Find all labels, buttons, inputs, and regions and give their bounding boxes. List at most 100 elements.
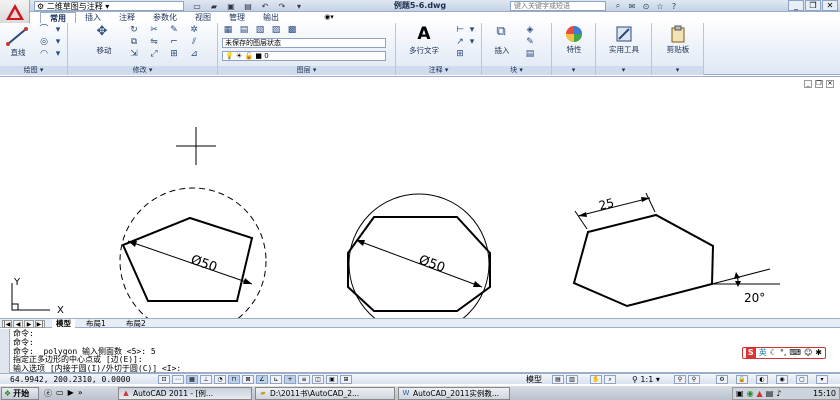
snap-mode-icon[interactable]: ⋯ <box>172 375 184 384</box>
explode-icon[interactable]: ✲ <box>188 25 200 35</box>
hexagon-shape[interactable] <box>572 213 715 308</box>
properties-icon[interactable] <box>565 25 583 43</box>
table-icon[interactable]: ⊞ <box>454 49 466 59</box>
array-icon[interactable]: ⊞ <box>168 49 180 59</box>
infer-constraints-icon[interactable]: ⊡ <box>158 375 170 384</box>
fillet-icon[interactable]: ⌐ <box>168 37 180 47</box>
annotation-scale[interactable]: ⚲ 1:1 ▾ <box>632 374 660 385</box>
search-icon[interactable]: ⌕ <box>612 0 624 12</box>
create-block-icon[interactable]: ◈ <box>524 25 536 35</box>
quick-view-drawings-icon[interactable]: ▥ <box>566 375 578 384</box>
clipboard-panel-expander[interactable]: ▾ <box>652 66 703 75</box>
last-layout-icon[interactable]: ▶| <box>35 320 45 328</box>
volume-icon[interactable]: ♪ <box>776 389 781 399</box>
annotation-visibility-icon[interactable]: ⚲ <box>674 375 686 384</box>
utilities-icon[interactable] <box>615 25 633 43</box>
draw-panel-label[interactable]: 绘图 ▾ <box>0 66 67 75</box>
moon-icon[interactable]: ☾ <box>770 348 777 358</box>
line-tool-label[interactable]: 直线 <box>2 47 34 58</box>
first-layout-icon[interactable]: |◀ <box>2 320 12 328</box>
grid-display-icon[interactable]: ▦ <box>186 375 198 384</box>
taskbar-button-folder[interactable]: ▰ D:\2011书\AutoCAD_2... <box>255 387 395 400</box>
move-tool-label[interactable]: 移动 <box>90 45 118 56</box>
coordinate-readout[interactable]: 64.9942, 200.2310, 0.0000 <box>10 375 130 384</box>
show-desktop-icon[interactable]: ▭ <box>56 388 64 399</box>
break-icon[interactable]: ⊿ <box>188 49 200 59</box>
mirror-icon[interactable]: ⇋ <box>148 37 160 47</box>
start-button[interactable]: ❖ 开始 <box>1 387 39 400</box>
tray-app-icon[interactable]: ▣ <box>736 389 744 399</box>
3d-osnap-icon[interactable]: ⊠ <box>242 375 254 384</box>
layers-panel-label[interactable]: 图层 ▾ <box>218 66 395 75</box>
dimension-icon[interactable]: ⊢ <box>454 25 466 35</box>
clipboard-tool-label[interactable]: 剪贴板 <box>652 44 704 55</box>
properties-tool-label[interactable]: 特性 <box>552 44 596 55</box>
insert-block-icon[interactable]: ⧉ <box>492 25 510 38</box>
mtext-tool-label[interactable]: 多行文字 <box>400 45 448 56</box>
circle-icon[interactable]: ◎ <box>38 37 50 47</box>
tab-model[interactable]: 模型 <box>52 319 75 328</box>
offset-icon[interactable]: ⫽ <box>188 37 200 47</box>
draw-more-icon[interactable]: ▾ <box>52 49 64 59</box>
new-file-icon[interactable]: ▭ <box>190 1 204 11</box>
scale-icon[interactable]: ⤢ <box>148 49 160 59</box>
favorites-icon[interactable]: ☆ <box>654 0 666 12</box>
selection-cycling-icon[interactable]: ⊞ <box>340 375 352 384</box>
tab-layout2[interactable]: 布局2 <box>122 319 150 328</box>
layer-tool-icon[interactable]: ▩ <box>286 25 298 35</box>
layer-state-combo[interactable]: 未保存的图层状态 <box>222 38 386 48</box>
isolate-objects-icon[interactable]: ◉ <box>776 375 788 384</box>
draw-more-icon[interactable]: ▾ <box>52 37 64 47</box>
zoom-icon[interactable]: ⌕ <box>604 375 616 384</box>
command-window[interactable]: 命令: 命令: 命令: _polygon 输入侧面数 <5>: 5 指定正多边形… <box>0 329 840 373</box>
communication-icon[interactable]: ⊙ <box>640 0 652 12</box>
tab-insert[interactable]: 插入 <box>76 12 110 23</box>
polyline-icon[interactable]: ⌒ <box>38 25 50 35</box>
quick-view-layouts-icon[interactable]: ▤ <box>552 375 564 384</box>
model-space-label[interactable]: 模型 <box>526 374 542 385</box>
restore-icon[interactable]: ❐ <box>805 0 821 11</box>
drawing-canvas[interactable]: Ø50 Ø50 25 20° Y X <box>0 77 840 319</box>
ortho-mode-icon[interactable]: ⊥ <box>200 375 212 384</box>
minimize-icon[interactable]: _ <box>788 0 804 11</box>
taskbar-button-autocad[interactable]: ▲ AutoCAD 2011 - [例... <box>118 387 252 400</box>
clipboard-icon[interactable] <box>669 25 687 43</box>
draw-more-icon[interactable]: ▾ <box>52 25 64 35</box>
object-snap-icon[interactable]: ⊓ <box>228 375 240 384</box>
utilities-panel-expander[interactable]: ▾ <box>596 66 651 75</box>
properties-panel-expander[interactable]: ▾ <box>552 66 595 75</box>
media-icon[interactable]: ▶ <box>68 388 74 399</box>
auto-scale-icon[interactable]: ⚲ <box>688 375 700 384</box>
block-attribute-icon[interactable]: ▤ <box>524 49 536 59</box>
rotate-icon[interactable]: ↻ <box>128 25 140 35</box>
annotation-more-icon[interactable]: ▾ <box>466 37 478 47</box>
tab-home[interactable]: 常用 <box>40 12 76 23</box>
plot-icon[interactable]: ▤ <box>241 1 255 11</box>
transparency-icon[interactable]: ◫ <box>312 375 324 384</box>
command-prompt-line[interactable]: 输入选项 [内接于圆(I)/外切于圆(C)] <I>: <box>13 365 181 373</box>
dynamic-input-icon[interactable]: + <box>284 375 296 384</box>
qat-dropdown-icon[interactable]: ▾ <box>292 1 306 11</box>
tray-alert-icon[interactable]: ▲ <box>757 389 763 399</box>
command-window-grip[interactable] <box>0 329 10 373</box>
quick-properties-icon[interactable]: ▣ <box>326 375 338 384</box>
mtext-icon[interactable]: A <box>416 26 432 43</box>
inscribed-circle[interactable] <box>348 193 490 319</box>
ie-icon[interactable]: ⓔ <box>44 388 52 399</box>
redo-icon[interactable]: ↷ <box>275 1 289 11</box>
tools-icon[interactable]: ✱ <box>815 348 822 358</box>
line-tool-icon[interactable] <box>6 26 28 46</box>
layer-tool-icon[interactable]: ▤ <box>238 25 250 35</box>
ime-mode-label[interactable]: 英 <box>759 348 767 358</box>
prev-layout-icon[interactable]: ◀ <box>13 320 23 328</box>
move-icon[interactable]: ✥ <box>96 25 108 38</box>
copy-icon[interactable]: ⧉ <box>128 37 140 47</box>
close-icon[interactable]: ✕ <box>822 0 838 11</box>
dynamic-ucs-icon[interactable]: ⊾ <box>270 375 282 384</box>
layer-tool-icon[interactable]: ▧ <box>254 25 266 35</box>
lineweight-icon[interactable]: ≡ <box>298 375 310 384</box>
security-icon[interactable]: ◉ <box>747 389 754 399</box>
user-icon[interactable]: ☺ <box>804 348 812 358</box>
object-snap-tracking-icon[interactable]: ∠ <box>256 375 268 384</box>
network-icon[interactable]: ▤ <box>766 389 774 399</box>
